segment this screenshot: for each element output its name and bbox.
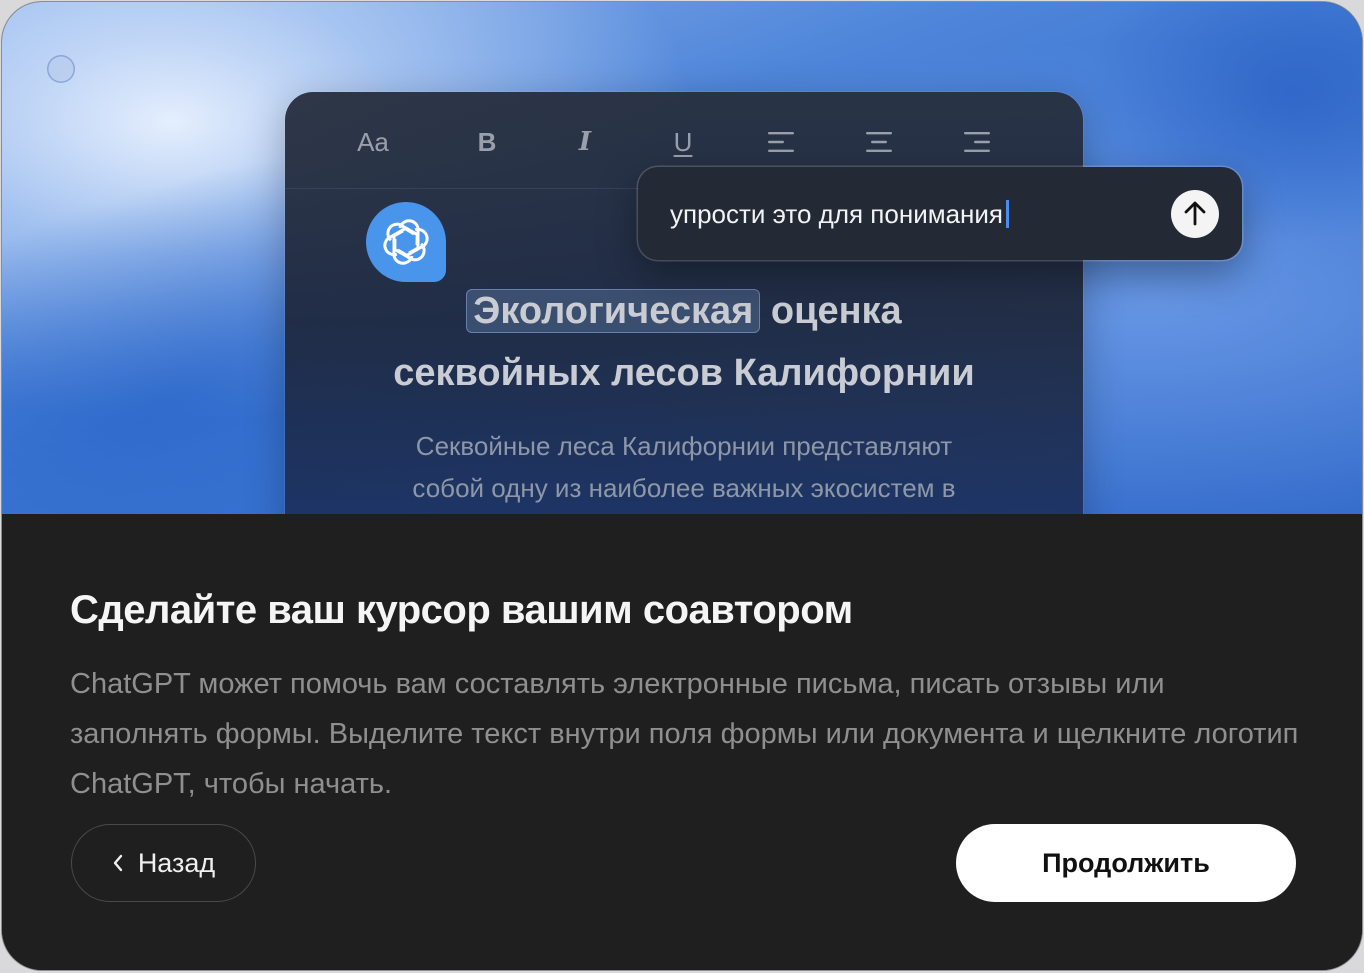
prompt-input[interactable]: упрости это для понимания (670, 197, 1010, 231)
chatgpt-logo-icon (366, 202, 446, 282)
bold-tool: B (477, 126, 497, 157)
selected-title-text: Экологическая (466, 289, 761, 333)
body-line-1: Секвойные леса Калифорнии представляют (415, 431, 953, 461)
onboarding-heading: Сделайте ваш курсор вашим соавтором (70, 588, 853, 632)
prompt-popover: упрости это для понимания (638, 167, 1242, 260)
chevron-left-icon (113, 854, 123, 872)
back-button[interactable]: Назад (71, 824, 256, 902)
onboarding-window: Aa B I U Экологическая оценка секвойных … (2, 2, 1362, 970)
font-size-tool: Aa (357, 126, 389, 157)
underline-tool: U (673, 126, 693, 157)
back-label: Назад (137, 847, 216, 878)
body-line-2: собой одну из наиболее важных экосистем … (412, 473, 956, 503)
title-rest: оценка (770, 290, 902, 332)
document-editor-mockup: Aa B I U Экологическая оценка секвойных … (285, 92, 1083, 514)
continue-label: Продолжить (1042, 847, 1210, 878)
text-caret (1006, 200, 1010, 228)
align-left-icon (751, 122, 811, 162)
send-button[interactable] (1171, 190, 1219, 238)
continue-button[interactable]: Продолжить (956, 824, 1296, 902)
onboarding-description: ChatGPT может помочь вам составлять элек… (70, 668, 1299, 800)
title-line-2: секвойных лесов Калифорнии (393, 352, 975, 394)
arrow-up-icon (1184, 201, 1206, 226)
align-center-icon (849, 122, 909, 162)
window-close-dot[interactable] (47, 55, 75, 83)
hero-illustration: Aa B I U Экологическая оценка секвойных … (2, 2, 1362, 514)
document-body: Секвойные леса Калифорнии представляют с… (285, 425, 1083, 509)
prompt-text: упрости это для понимания (670, 199, 1004, 229)
onboarding-panel: Сделайте ваш курсор вашим соавтором Chat… (2, 514, 1362, 970)
document-title: Экологическая оценка секвойных лесов Кал… (285, 280, 1083, 404)
italic-tool: I (578, 127, 592, 157)
align-right-icon (947, 122, 1007, 162)
